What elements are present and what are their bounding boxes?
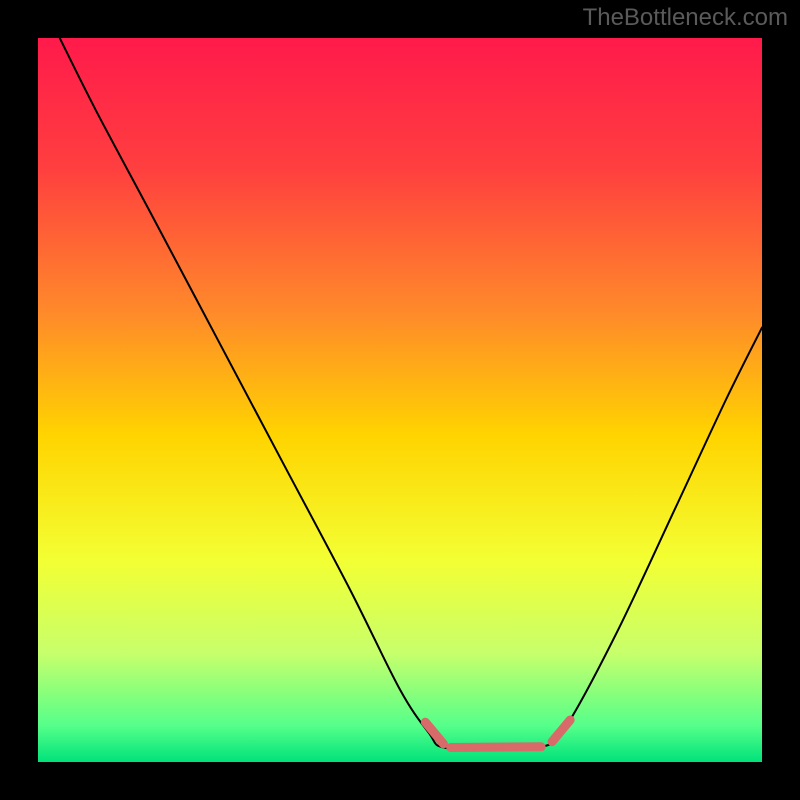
- bottleneck-chart: [0, 0, 800, 800]
- plot-background: [38, 38, 762, 762]
- chart-container: TheBottleneck.com: [0, 0, 800, 800]
- watermark-label: TheBottleneck.com: [583, 4, 788, 32]
- optimal-segment-flat: [451, 747, 542, 748]
